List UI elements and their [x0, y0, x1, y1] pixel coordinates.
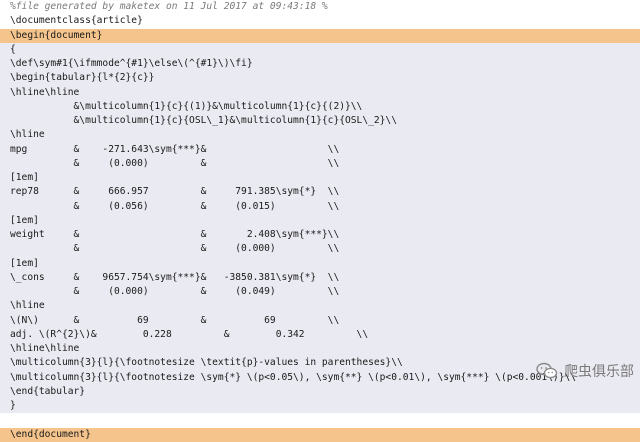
code-line-text: & (0.056) & (0.015) \\: [10, 200, 340, 212]
code-line[interactable]: \end{document}: [0, 427, 640, 442]
code-line-text: &\multicolumn{1}{c}{(1)}&\multicolumn{1}…: [10, 100, 363, 112]
code-line[interactable]: \hline\hline: [0, 342, 640, 357]
code-line[interactable]: & (0.000) & (0.049) \\: [0, 285, 640, 300]
code-line[interactable]: & (0.000) & \\: [0, 156, 640, 171]
code-line-text: \begin{document}: [10, 29, 103, 41]
code-line-text: [1em]: [10, 257, 39, 269]
code-line[interactable]: \def\sym#1{\ifmmode^{#1}\else\(^{#1}\)\f…: [0, 57, 640, 72]
code-line-text: \multicolumn{3}{l}{\footnotesize \sym{*}…: [10, 371, 577, 383]
code-line[interactable]: \hline\hline: [0, 85, 640, 100]
code-line-text: {: [10, 43, 16, 55]
code-line[interactable]: {: [0, 42, 640, 57]
code-line-text: \hline\hline: [10, 343, 80, 354]
code-line[interactable]: & (0.056) & (0.015) \\: [0, 199, 640, 214]
code-line-text: &\multicolumn{1}{c}{OSL\_1}&\multicolumn…: [10, 115, 397, 126]
code-line[interactable]: \begin{tabular}{l*{2}{c}}: [0, 71, 640, 86]
code-line-text: \end{document}: [10, 428, 91, 440]
code-line-text: \end{tabular}: [10, 385, 86, 397]
code-line[interactable]: [1em]: [0, 213, 640, 228]
code-line[interactable]: \hline: [0, 128, 640, 143]
code-line-text: & (0.000) & (0.049) \\: [10, 286, 340, 297]
code-line[interactable]: \documentclass{article}: [0, 14, 640, 28]
wechat-icon: [536, 362, 558, 380]
code-line[interactable]: \(N\) & 69 & 69 \\: [0, 313, 640, 328]
code-line-text: \multicolumn{3}{l}{\footnotesize \textit…: [10, 357, 403, 369]
code-line[interactable]: \end{tabular}: [0, 384, 640, 399]
code-line[interactable]: weight & & 2.408\sym{***}\\: [0, 228, 640, 243]
code-line-text: \(N\) & 69 & 69 \\: [10, 314, 340, 326]
code-line[interactable]: }: [0, 399, 640, 414]
watermark-text: 爬虫俱乐部: [564, 364, 634, 380]
code-line-text: \documentclass{article}: [10, 15, 143, 27]
code-line[interactable]: mpg & -271.643\sym{***}& \\: [0, 142, 640, 157]
code-line[interactable]: %file generated by maketex on 11 Jul 201…: [0, 0, 640, 14]
code-line-text: \def\sym#1{\ifmmode^{#1}\else\(^{#1}\)\f…: [10, 58, 253, 69]
code-line[interactable]: [0, 413, 640, 427]
code-line[interactable]: [1em]: [0, 171, 640, 186]
code-line-text: rep78 & 666.957 & 791.385\sym{*} \\: [10, 186, 340, 198]
code-line-text: \hline: [10, 300, 45, 312]
code-line-text: & & (0.000) \\: [10, 243, 340, 255]
code-line-text: \_cons & 9657.754\sym{***}& -3850.381\sy…: [10, 271, 340, 283]
code-line-text: \begin{tabular}{l*{2}{c}}: [10, 72, 155, 84]
code-line[interactable]: &\multicolumn{1}{c}{(1)}&\multicolumn{1}…: [0, 99, 640, 114]
code-editor[interactable]: %file generated by maketex on 11 Jul 201…: [0, 0, 640, 442]
code-line-text: adj. \(R^{2}\)& 0.228 & 0.342 \\: [10, 328, 369, 340]
code-line-text: mpg & -271.643\sym{***}& \\: [10, 143, 340, 155]
code-line-text: }: [10, 400, 16, 411]
code-line[interactable]: &\multicolumn{1}{c}{OSL\_1}&\multicolumn…: [0, 114, 640, 129]
watermark: 爬虫俱乐部: [536, 361, 634, 381]
code-line[interactable]: \begin{document}: [0, 28, 640, 43]
code-line[interactable]: \hline: [0, 299, 640, 314]
code-line-text: \hline\hline: [10, 86, 80, 98]
code-line[interactable]: \_cons & 9657.754\sym{***}& -3850.381\sy…: [0, 270, 640, 285]
code-line[interactable]: [1em]: [0, 256, 640, 271]
code-line-text: weight & & 2.408\sym{***}\\: [10, 229, 340, 240]
code-line-text: %file generated by maketex on 11 Jul 201…: [10, 1, 328, 12]
code-line-text: [1em]: [10, 172, 39, 183]
code-line[interactable]: adj. \(R^{2}\)& 0.228 & 0.342 \\: [0, 327, 640, 342]
code-line-text: [1em]: [10, 214, 39, 226]
code-line-text: \hline: [10, 129, 45, 141]
code-line[interactable]: rep78 & 666.957 & 791.385\sym{*} \\: [0, 185, 640, 200]
code-line-text: & (0.000) & \\: [10, 157, 340, 169]
code-line[interactable]: & & (0.000) \\: [0, 242, 640, 257]
